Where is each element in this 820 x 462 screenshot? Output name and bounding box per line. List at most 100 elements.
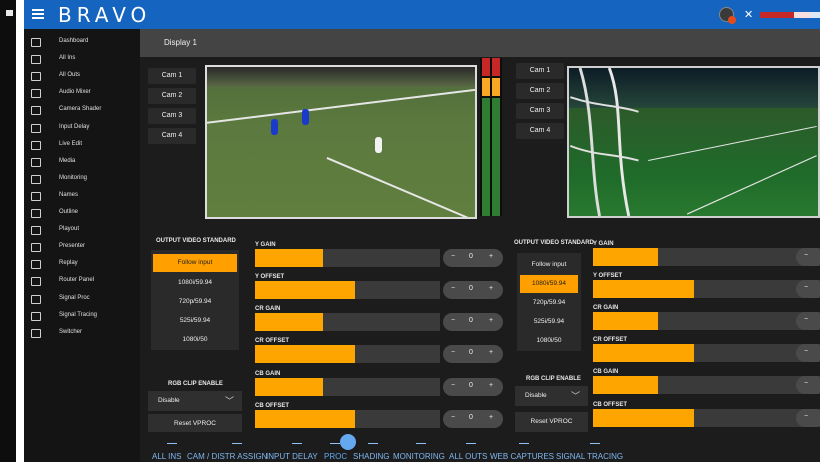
value-stepper[interactable]: − 0 + <box>443 345 503 363</box>
minus-button[interactable]: − <box>804 252 808 259</box>
sidebar-item-names[interactable]: Names <box>24 189 140 206</box>
control-slider[interactable] <box>593 409 818 427</box>
sidebar-item-monitoring[interactable]: Monitoring <box>24 172 140 189</box>
value-stepper[interactable]: − 0 + <box>443 281 503 299</box>
standard-option[interactable]: 1080i/59.94 <box>151 274 239 292</box>
rgb-clip-select-right[interactable]: Disable ﹀ <box>515 386 588 406</box>
clock-icon <box>31 123 41 133</box>
bottom-tab-web-captures[interactable]: WEB CAPTURES <box>490 432 557 462</box>
sidebar-item-dashboard[interactable]: Dashboard <box>24 35 140 52</box>
cam-button-1[interactable]: Cam 1 <box>148 68 196 84</box>
sidebar-item-camera-shader[interactable]: Camera Shader <box>24 103 140 120</box>
standard-option[interactable]: Follow input <box>517 256 581 274</box>
hamburger-menu-icon[interactable] <box>32 9 44 19</box>
control-slider[interactable] <box>593 376 818 394</box>
sidebar-item-live-edit[interactable]: Live Edit <box>24 138 140 155</box>
sidebar-item-all-ins[interactable]: All Ins <box>24 52 140 69</box>
minus-button[interactable]: − <box>451 349 455 356</box>
standard-option[interactable]: 720p/59.94 <box>517 294 581 312</box>
control-slider[interactable] <box>255 249 440 267</box>
cam-button-2-right[interactable]: Cam 2 <box>516 83 564 99</box>
reset-vproc-button-right[interactable]: Reset VPROC <box>515 412 588 432</box>
value-stepper[interactable]: − <box>796 312 820 330</box>
minus-button[interactable]: − <box>804 348 808 355</box>
minus-button[interactable]: − <box>451 414 455 421</box>
sidebar-item-audio-mixer[interactable]: Audio Mixer <box>24 86 140 103</box>
bottom-tab-monitoring[interactable]: MONITORING <box>393 432 449 462</box>
plus-button[interactable]: + <box>489 253 493 260</box>
standard-option[interactable]: 1080i/50 <box>517 332 581 350</box>
bottom-tab-shading[interactable]: SHADING <box>353 432 392 462</box>
sidebar-item-signal-tracing[interactable]: Signal Tracing <box>24 309 140 326</box>
user-avatar[interactable] <box>719 7 736 24</box>
cam-button-1-right[interactable]: Cam 1 <box>516 63 564 79</box>
video-preview-2[interactable] <box>567 66 820 218</box>
plus-button[interactable]: + <box>489 349 493 356</box>
standard-option[interactable]: 525i/59.94 <box>151 312 239 330</box>
minus-button[interactable]: − <box>804 413 808 420</box>
sidebar-item-playout[interactable]: Playout <box>24 223 140 240</box>
standard-option[interactable]: 525i/59.94 <box>517 313 581 331</box>
value-stepper[interactable]: − <box>796 344 820 362</box>
control-slider[interactable] <box>593 312 818 330</box>
value-stepper[interactable]: − <box>796 280 820 298</box>
control-slider[interactable] <box>255 313 440 331</box>
cam-button-4[interactable]: Cam 4 <box>148 128 196 144</box>
rgb-clip-select[interactable]: Disable ﹀ <box>148 391 242 411</box>
mic-off-icon[interactable]: ✕ <box>744 8 756 22</box>
minus-button[interactable]: − <box>451 382 455 389</box>
control-slider[interactable] <box>255 378 440 396</box>
sidebar-item-all-outs[interactable]: All Outs <box>24 69 140 86</box>
bottom-tab-all-outs[interactable]: ALL OUTS <box>449 432 494 462</box>
bottom-tab-signal-tracing[interactable]: SIGNAL TRACING <box>556 432 634 462</box>
value-stepper[interactable]: − 0 + <box>443 249 503 267</box>
video-preview-1[interactable] <box>205 65 477 219</box>
cam-button-3-right[interactable]: Cam 3 <box>516 103 564 119</box>
control-slider[interactable] <box>255 281 440 299</box>
switcher-icon <box>31 328 41 338</box>
minus-button[interactable]: − <box>451 285 455 292</box>
reset-vproc-button[interactable]: Reset VPROC <box>148 414 242 434</box>
sidebar-item-outline[interactable]: Outline <box>24 206 140 223</box>
control-slider[interactable] <box>593 280 818 298</box>
standard-option[interactable]: 1080i/50 <box>151 331 239 349</box>
control-slider[interactable] <box>593 248 818 266</box>
value-stepper[interactable]: − 0 + <box>443 378 503 396</box>
standard-option[interactable]: 1080i/59.94 <box>520 275 578 293</box>
plus-button[interactable]: + <box>489 414 493 421</box>
minus-button[interactable]: − <box>804 316 808 323</box>
control-slider[interactable] <box>593 344 818 362</box>
sidebar-item-presenter[interactable]: Presenter <box>24 240 140 257</box>
sidebar-item-signal-proc[interactable]: Signal Proc <box>24 292 140 309</box>
sidebar-item-media[interactable]: Media <box>24 155 140 172</box>
top-bar: BRAVO ✕ <box>24 0 820 29</box>
value-stepper[interactable]: − 0 + <box>443 410 503 428</box>
minus-button[interactable]: − <box>804 284 808 291</box>
control-slider[interactable] <box>255 345 440 363</box>
minus-button[interactable]: − <box>451 317 455 324</box>
control-slider[interactable] <box>255 410 440 428</box>
sidebar-item-replay[interactable]: Replay <box>24 257 140 274</box>
sidebar-item-input-delay[interactable]: Input Delay <box>24 121 140 138</box>
control-label: Y OFFSET <box>255 274 285 280</box>
plus-button[interactable]: + <box>489 285 493 292</box>
cam-button-3[interactable]: Cam 3 <box>148 108 196 124</box>
cam-button-4-right[interactable]: Cam 4 <box>516 123 564 139</box>
cam-button-2[interactable]: Cam 2 <box>148 88 196 104</box>
bottom-tab-proc[interactable]: PROC <box>324 432 347 462</box>
bottom-tab-all-ins[interactable]: ALL INS <box>152 432 191 462</box>
sidebar-item-label: Dashboard <box>59 38 89 44</box>
standard-option[interactable]: 720p/59.94 <box>151 293 239 311</box>
minus-button[interactable]: − <box>451 253 455 260</box>
plus-button[interactable]: + <box>489 317 493 324</box>
standard-option[interactable]: Follow input <box>153 254 237 272</box>
minus-button[interactable]: − <box>804 380 808 387</box>
value-stepper[interactable]: − <box>796 248 820 266</box>
value-stepper[interactable]: − 0 + <box>443 313 503 331</box>
sidebar-item-router-panel[interactable]: Router Panel <box>24 274 140 291</box>
value-stepper[interactable]: − <box>796 409 820 427</box>
value-stepper[interactable]: − <box>796 376 820 394</box>
sidebar-item-switcher[interactable]: Switcher <box>24 326 140 343</box>
plus-button[interactable]: + <box>489 382 493 389</box>
bottom-tab-input-delay[interactable]: INPUT DELAY <box>266 432 328 462</box>
